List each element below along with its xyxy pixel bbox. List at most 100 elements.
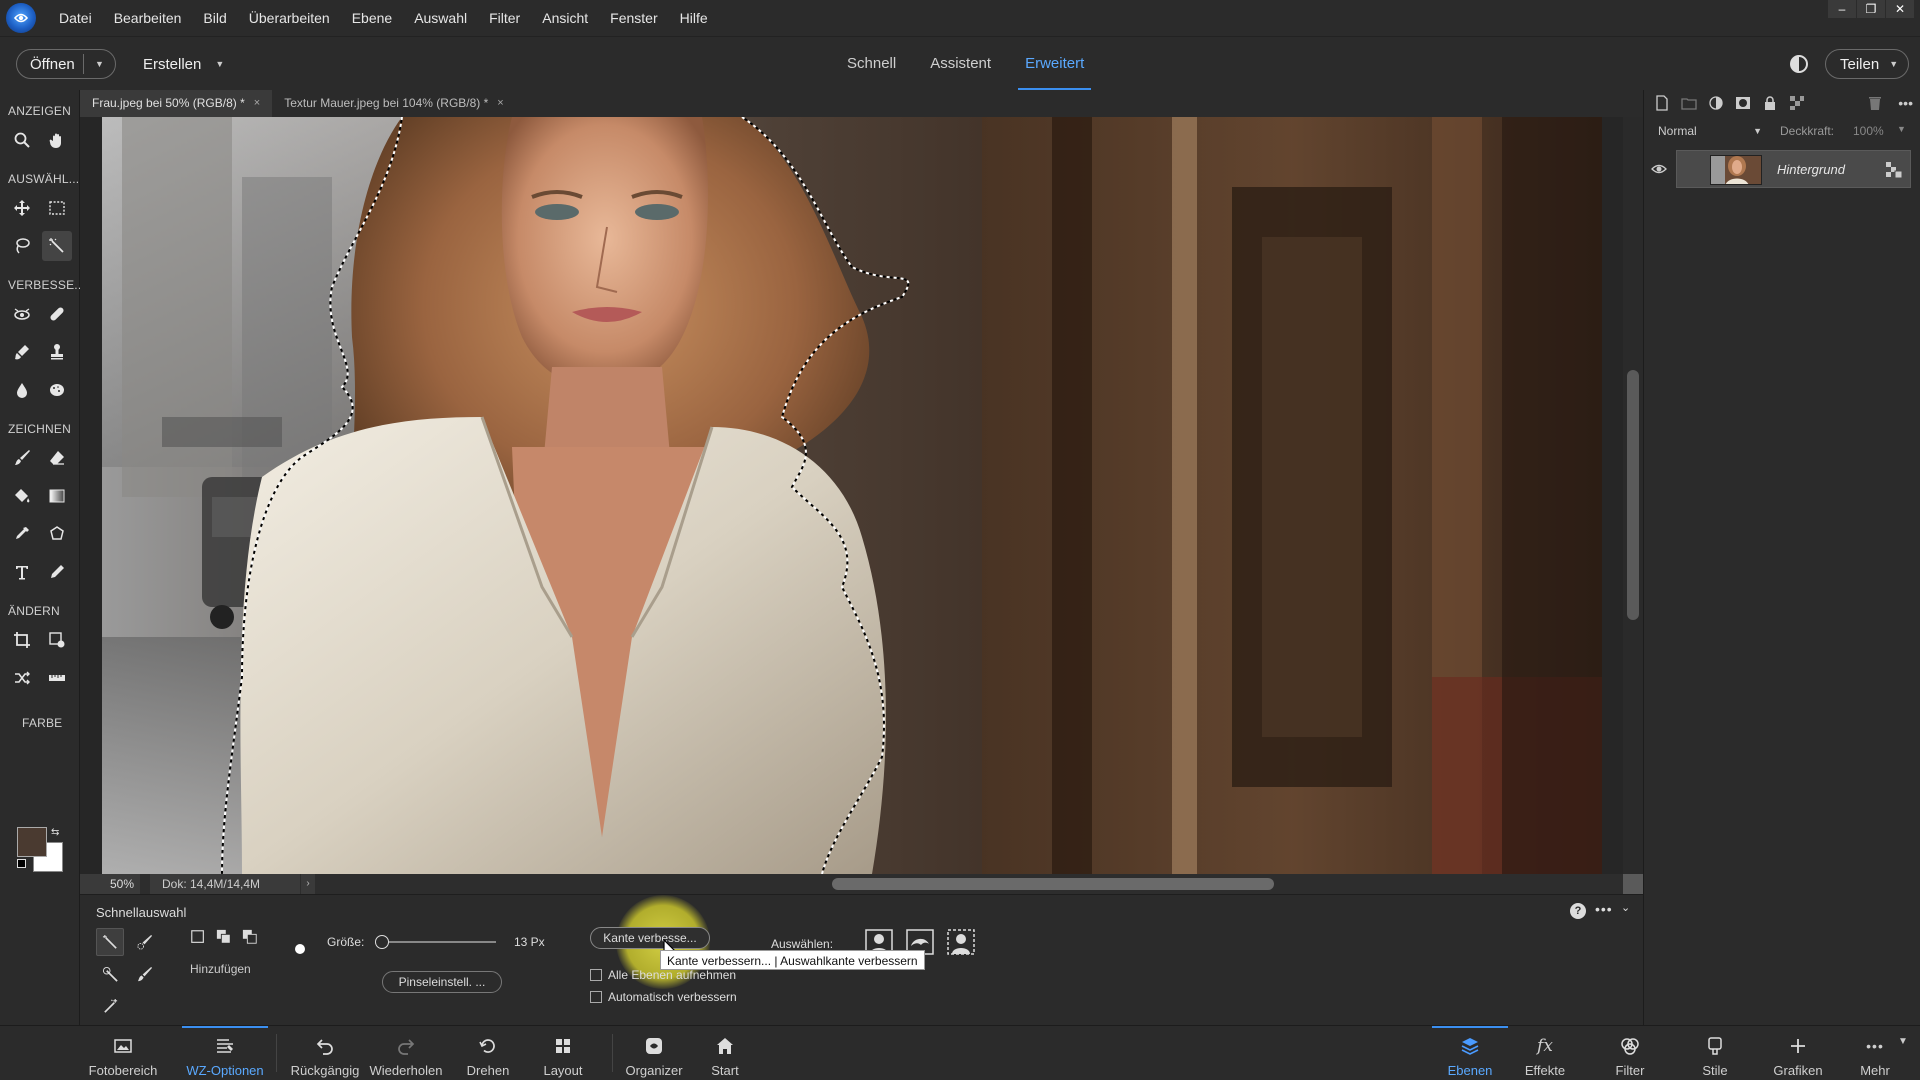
checkbox-box[interactable]: [590, 991, 602, 1003]
tool-options-button[interactable]: WZ-Optionen: [182, 1026, 268, 1080]
size-slider-handle[interactable]: [375, 935, 389, 949]
opacity-value[interactable]: 100%: [1853, 124, 1884, 138]
new-selection-icon[interactable]: [189, 928, 207, 946]
lasso-tool-icon[interactable]: [7, 231, 37, 261]
graphics-panel-button[interactable]: Grafiken: [1768, 1026, 1828, 1080]
lock-transparency-icon[interactable]: [1788, 94, 1806, 112]
marquee-tool-icon[interactable]: [42, 193, 72, 223]
menu-fenster[interactable]: Fenster: [599, 0, 668, 36]
recompose-tool-icon[interactable]: [42, 625, 72, 655]
home-button[interactable]: Start: [700, 1026, 750, 1080]
blur-tool-icon[interactable]: [7, 375, 37, 405]
lock-all-icon[interactable]: [1761, 94, 1779, 112]
adjustment-layer-icon[interactable]: [1707, 94, 1725, 112]
new-layer-icon[interactable]: [1653, 94, 1671, 112]
refine-edge-button[interactable]: Kante verbesse...: [590, 927, 710, 949]
vertical-scrollbar-thumb[interactable]: [1627, 370, 1639, 620]
checkbox-box[interactable]: [590, 969, 602, 981]
blend-mode-select[interactable]: Normal ▼: [1654, 120, 1762, 142]
help-icon[interactable]: ?: [1570, 903, 1586, 919]
redo-button[interactable]: Wiederholen: [368, 1026, 444, 1080]
type-tool-icon[interactable]: [7, 557, 37, 587]
auto-selection-icon[interactable]: [96, 992, 124, 1020]
hand-tool-icon[interactable]: [42, 125, 72, 155]
vertical-scrollbar[interactable]: [1623, 117, 1643, 874]
minimize-button[interactable]: –: [1828, 0, 1856, 18]
size-slider[interactable]: [376, 941, 496, 943]
organizer-button[interactable]: Organizer: [622, 1026, 686, 1080]
delete-layer-icon[interactable]: [1866, 94, 1884, 112]
close-tab-icon[interactable]: ×: [254, 90, 260, 117]
red-eye-tool-icon[interactable]: [7, 299, 37, 329]
tab-assistent[interactable]: Assistent: [913, 37, 1008, 91]
tab-document-frau[interactable]: Frau.jpeg bei 50% (RGB/8) * ×: [80, 90, 273, 117]
restore-button[interactable]: ❐: [1857, 0, 1885, 18]
chevron-down-icon[interactable]: ▼: [84, 59, 115, 69]
menu-filter[interactable]: Filter: [478, 0, 531, 36]
app-logo-icon[interactable]: [6, 3, 36, 33]
smart-brush-icon[interactable]: [7, 337, 37, 367]
horizontal-scrollbar[interactable]: [280, 874, 1622, 894]
custom-shape-icon[interactable]: [42, 519, 72, 549]
straighten-tool-icon[interactable]: [42, 663, 72, 693]
layer-lock-icon[interactable]: [1885, 161, 1903, 179]
auto-enhance-checkbox[interactable]: Automatisch verbessern: [590, 990, 737, 1004]
subtract-from-selection-icon[interactable]: [241, 928, 259, 946]
theme-contrast-icon[interactable]: [1790, 55, 1808, 73]
zoom-level[interactable]: 50%: [80, 874, 140, 894]
menu-bild[interactable]: Bild: [192, 0, 237, 36]
menu-bearbeiten[interactable]: Bearbeiten: [103, 0, 193, 36]
filter-panel-button[interactable]: Filter: [1605, 1026, 1655, 1080]
layout-button[interactable]: Layout: [538, 1026, 588, 1080]
close-tab-icon[interactable]: ×: [497, 90, 503, 117]
layer-mask-icon[interactable]: [1734, 94, 1752, 112]
spot-healing-brush-icon[interactable]: [42, 299, 72, 329]
add-to-selection-icon[interactable]: [215, 928, 233, 946]
layers-panel-button[interactable]: Ebenen: [1432, 1026, 1508, 1080]
crop-tool-icon[interactable]: [7, 625, 37, 655]
foreground-color-swatch[interactable]: [17, 827, 47, 857]
pencil-tool-icon[interactable]: [42, 557, 72, 587]
move-tool-icon[interactable]: [7, 193, 37, 223]
tab-schnell[interactable]: Schnell: [830, 37, 913, 91]
undo-button[interactable]: Rückgängig: [290, 1026, 360, 1080]
menu-hilfe[interactable]: Hilfe: [669, 0, 719, 36]
sponge-tool-icon[interactable]: [42, 375, 72, 405]
selection-brush-icon[interactable]: [130, 928, 158, 956]
refine-selection-brush-icon[interactable]: [130, 960, 158, 988]
chevron-down-icon[interactable]: ▼: [1897, 124, 1906, 134]
clone-stamp-icon[interactable]: [42, 337, 72, 367]
magic-wand-option-icon[interactable]: [96, 960, 124, 988]
brush-preview-icon[interactable]: [295, 944, 305, 954]
close-window-button[interactable]: ✕: [1886, 0, 1914, 18]
menu-ebene[interactable]: Ebene: [341, 0, 403, 36]
zoom-tool-icon[interactable]: [7, 125, 37, 155]
paint-bucket-icon[interactable]: [7, 481, 37, 511]
new-group-icon[interactable]: [1680, 94, 1698, 112]
create-button[interactable]: Erstellen ▼: [143, 49, 224, 79]
quick-selection-tool-icon[interactable]: [42, 231, 72, 261]
chevron-down-icon[interactable]: ▼: [1898, 1036, 1908, 1047]
tab-document-textur-mauer[interactable]: Textur Mauer.jpeg bei 104% (RGB/8) * ×: [272, 90, 516, 117]
horizontal-scrollbar-thumb[interactable]: [832, 878, 1274, 890]
document-photo[interactable]: [102, 117, 1602, 874]
layer-item-background[interactable]: Hintergrund: [1676, 150, 1911, 188]
quick-selection-option-icon[interactable]: [96, 928, 124, 956]
rotate-button[interactable]: Drehen: [463, 1026, 513, 1080]
menu-ansicht[interactable]: Ansicht: [531, 0, 599, 36]
brush-settings-button[interactable]: Pinseleinstell. ...: [382, 971, 502, 993]
photo-bin-button[interactable]: Fotobereich: [88, 1026, 158, 1080]
open-button[interactable]: Öffnen ▼: [16, 49, 116, 79]
share-button[interactable]: Teilen ▼: [1825, 49, 1909, 79]
brush-tool-icon[interactable]: [7, 443, 37, 473]
styles-panel-button[interactable]: Stile: [1690, 1026, 1740, 1080]
swap-colors-icon[interactable]: ⇆: [51, 827, 59, 838]
gradient-tool-icon[interactable]: [42, 481, 72, 511]
more-options-icon[interactable]: •••: [1595, 901, 1613, 917]
menu-datei[interactable]: Datei: [48, 0, 103, 36]
menu-ueberarbeiten[interactable]: Überarbeiten: [238, 0, 341, 36]
collapse-panel-icon[interactable]: ⌄: [1621, 901, 1630, 914]
select-background-icon[interactable]: [944, 927, 978, 957]
tab-erweitert[interactable]: Erweitert: [1008, 37, 1101, 91]
menu-auswahl[interactable]: Auswahl: [403, 0, 478, 36]
